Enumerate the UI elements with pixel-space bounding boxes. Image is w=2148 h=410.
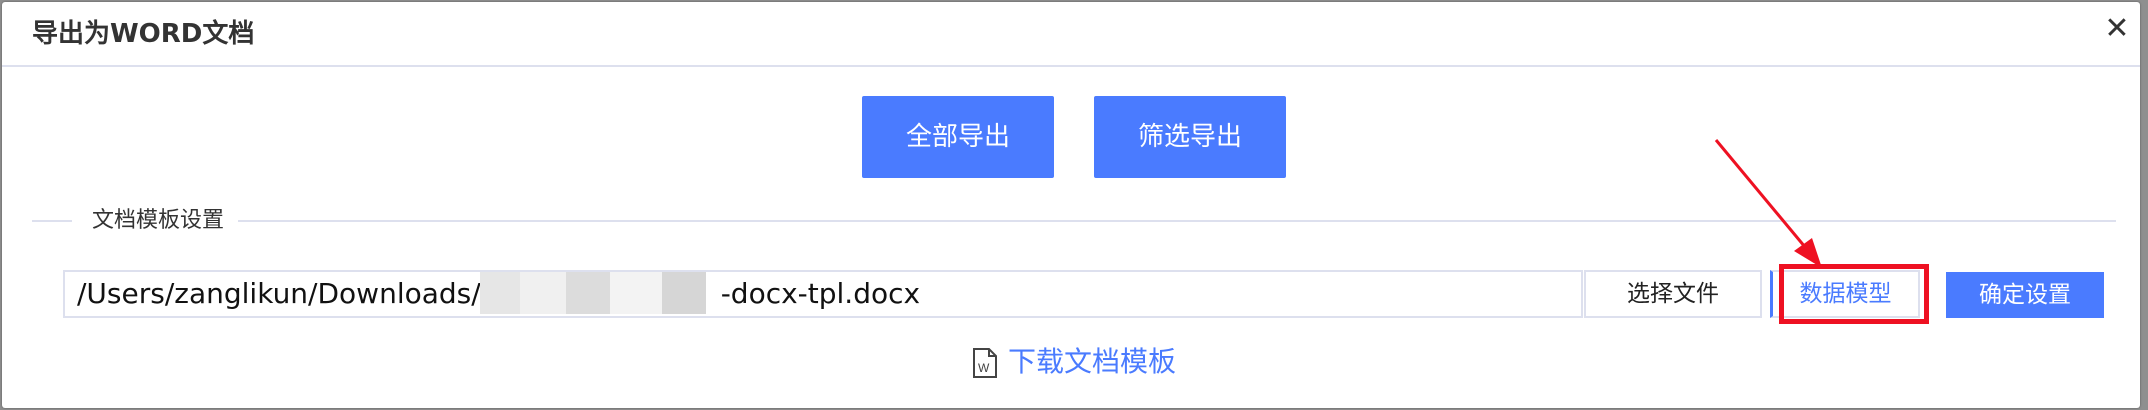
- redaction-block: [610, 272, 662, 314]
- confirm-settings-button[interactable]: 确定设置: [1946, 272, 2104, 318]
- template-path-prefix: /Users/zanglikun/Downloads/: [77, 277, 481, 310]
- template-settings-legend: 文档模板设置: [84, 205, 233, 237]
- export-all-button[interactable]: 全部导出: [862, 96, 1054, 178]
- word-document-icon: W: [973, 348, 997, 378]
- dialog-title: 导出为WORD文档: [32, 19, 255, 49]
- export-word-dialog: 导出为WORD文档 ✕ 全部导出 筛选导出 文档模板设置 /Users/zang…: [2, 2, 2140, 408]
- fieldset-divider-left: [32, 220, 72, 222]
- close-icon[interactable]: ✕: [2100, 12, 2134, 46]
- redaction-block: [566, 272, 610, 314]
- redaction-block: [520, 272, 566, 314]
- data-model-button[interactable]: 数据模型: [1770, 270, 1920, 318]
- svg-text:W: W: [978, 361, 990, 375]
- download-template-label: 下载文档模板: [1008, 345, 1177, 378]
- fieldset-divider-right: [238, 220, 2116, 222]
- dialog-header: 导出为WORD文档 ✕: [2, 2, 2140, 67]
- redaction-block: [662, 272, 706, 314]
- template-path-suffix: -docx-tpl.docx: [720, 277, 921, 310]
- filter-export-button[interactable]: 筛选导出: [1094, 96, 1286, 178]
- choose-file-button[interactable]: 选择文件: [1584, 270, 1762, 318]
- redaction-block: [480, 272, 520, 314]
- template-path-input[interactable]: /Users/zanglikun/Downloads/ -docx-tpl.doc…: [63, 270, 1583, 318]
